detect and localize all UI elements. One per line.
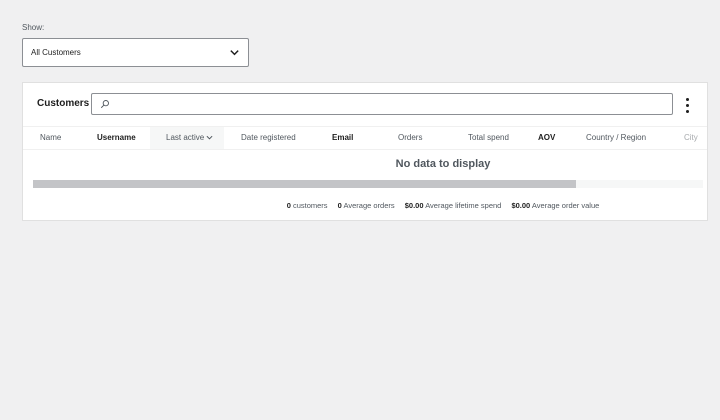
summary-label: Average order value <box>531 201 600 210</box>
chevron-down-icon <box>206 136 213 140</box>
summary-average-orders: 0 Average orders <box>338 201 395 210</box>
summary-order-value: $0.00 Average order value <box>511 201 599 210</box>
more-options-icon[interactable] <box>681 96 693 114</box>
column-name[interactable]: Name <box>40 127 61 149</box>
summary-label: Average orders <box>343 201 395 210</box>
customer-filter-value: All Customers <box>31 48 81 57</box>
column-total-spend[interactable]: Total spend <box>468 127 509 149</box>
summary-value: $0.00 <box>404 201 424 210</box>
column-aov[interactable]: AOV <box>538 127 555 149</box>
summary-bar: 0 customers 0 Average orders $0.00 Avera… <box>23 201 720 210</box>
summary-label: Average lifetime spend <box>425 201 502 210</box>
column-orders[interactable]: Orders <box>398 127 422 149</box>
table-header: Name Username Last active Date registere… <box>23 126 707 150</box>
column-username[interactable]: Username <box>97 127 136 149</box>
summary-value: 0 <box>337 201 342 210</box>
summary-value: $0.00 <box>511 201 531 210</box>
search-icon <box>100 100 109 109</box>
column-date-registered[interactable]: Date registered <box>241 127 296 149</box>
search-input[interactable] <box>116 98 672 110</box>
column-country-region[interactable]: Country / Region <box>586 127 646 149</box>
show-label: Show: <box>22 23 45 32</box>
summary-label: customers <box>292 201 328 210</box>
summary-customers: 0 customers <box>287 201 328 210</box>
scrollbar-thumb[interactable] <box>33 180 576 188</box>
horizontal-scrollbar[interactable] <box>33 180 703 188</box>
column-email[interactable]: Email <box>332 127 353 149</box>
customer-filter-select[interactable]: All Customers <box>22 38 249 67</box>
summary-lifetime-spend: $0.00 Average lifetime spend <box>405 201 502 210</box>
customers-card: Customers Name Username Last active Date… <box>22 82 708 221</box>
search-box[interactable] <box>91 93 673 115</box>
summary-value: 0 <box>286 201 291 210</box>
column-city[interactable]: City <box>684 127 698 149</box>
column-last-active-label: Last active <box>166 133 205 142</box>
empty-message: No data to display <box>395 158 491 170</box>
column-last-active[interactable]: Last active <box>150 127 224 149</box>
card-title: Customers <box>37 98 90 109</box>
chevron-down-icon <box>230 50 239 56</box>
